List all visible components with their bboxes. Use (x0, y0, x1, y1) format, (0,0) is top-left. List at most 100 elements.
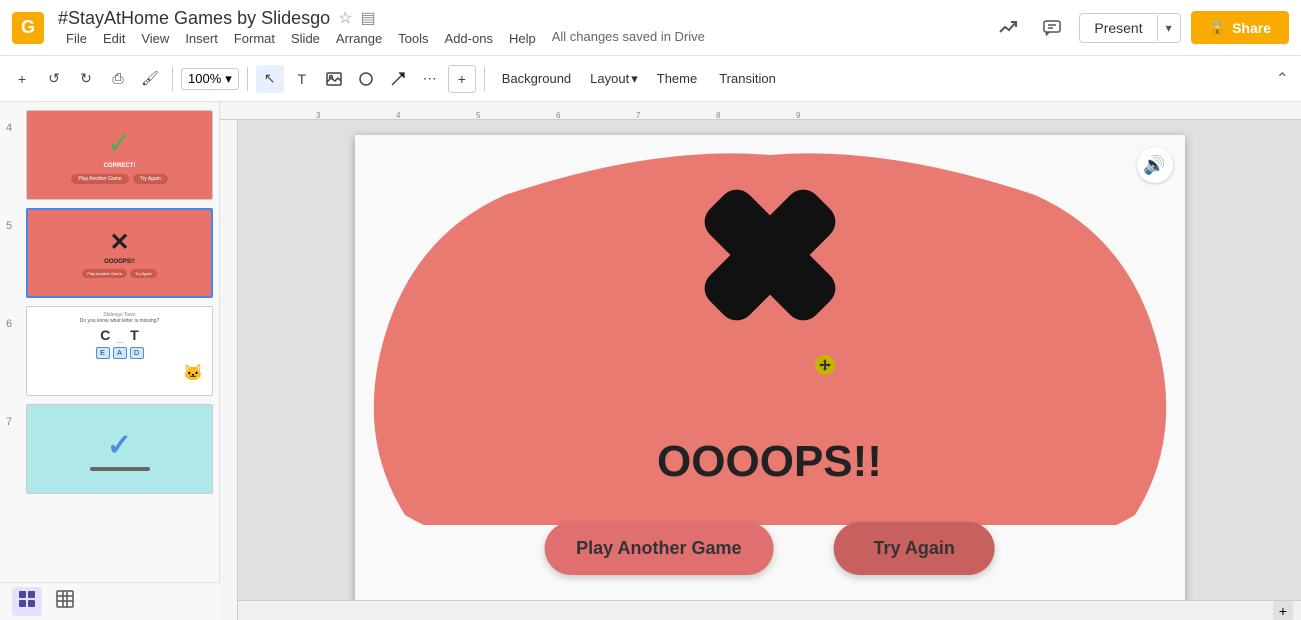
present-dropdown-button[interactable]: ▾ (1157, 15, 1180, 41)
top-bar: G #StayAtHome Games by Slidesgo ☆ ▤ File… (0, 0, 1301, 56)
image-insert-button[interactable] (320, 65, 348, 93)
transition-button[interactable]: Transition (710, 66, 785, 91)
more-tools-button[interactable]: ⋯ (416, 65, 444, 93)
s6-answer-boxes: E A D (32, 347, 207, 359)
present-button-group: Present ▾ (1079, 13, 1180, 43)
layout-button[interactable]: Layout ▾ (584, 67, 644, 91)
zoom-button[interactable]: + (1273, 601, 1293, 620)
ruler-left (220, 120, 238, 620)
slide-action-buttons: Play Another Game Try Again (544, 522, 995, 575)
slide-background: OOOOPS!! Play Another Game Try Again 🔊 (355, 135, 1185, 605)
comment-button[interactable] (1035, 11, 1069, 45)
play-btn-thumb: Play Another Game (82, 269, 127, 278)
star-icon[interactable]: ☆ (338, 8, 352, 28)
oops-text-container: OOOOPS!! (657, 437, 882, 487)
lock-icon: 🔒 (1209, 19, 1226, 36)
title-area: #StayAtHome Games by Slidesgo ☆ ▤ File E… (58, 8, 983, 48)
speaker-icon: 🔊 (1143, 155, 1165, 176)
move-cursor-indicator[interactable] (815, 355, 835, 375)
toolbar-divider-1 (172, 67, 173, 91)
menu-tools[interactable]: Tools (390, 29, 436, 48)
x-mark-thumb: ✕ (109, 228, 129, 257)
collapse-toolbar-button[interactable]: ⌃ (1272, 65, 1293, 93)
line-tool-button[interactable] (384, 65, 412, 93)
slides-panel: 4 ✓ CORRECT! Play Another Game Try Again… (0, 102, 220, 620)
filmstrip-view-button[interactable] (12, 587, 42, 616)
correct-label: CORRECT! (104, 163, 136, 169)
play-another-game-button[interactable]: Play Another Game (544, 522, 773, 575)
slide-thumb-6[interactable]: 6 Slidesgo Town Do you know what letter … (6, 306, 213, 396)
menu-bar: File Edit View Insert Format Slide Arran… (58, 29, 983, 48)
docs-icon[interactable]: ▤ (360, 8, 375, 28)
undo-button[interactable]: ↺ (40, 65, 68, 93)
s6-cat: 🐱 (32, 363, 207, 383)
slide-thumb-4[interactable]: 4 ✓ CORRECT! Play Another Game Try Again (6, 110, 213, 200)
grid-view-button[interactable] (50, 587, 80, 616)
slide-preview-6: Slidesgo Town Do you know what letter is… (26, 306, 213, 396)
slide-number-5: 5 (6, 208, 20, 232)
share-button[interactable]: 🔒 Share (1191, 11, 1289, 44)
main-area: 4 ✓ CORRECT! Play Another Game Try Again… (0, 102, 1301, 620)
slide-number-7: 7 (6, 404, 20, 428)
try-btn-thumb: Try Again (130, 269, 157, 278)
slide-canvas[interactable]: OOOOPS!! Play Another Game Try Again 🔊 (355, 135, 1185, 605)
theme-button[interactable]: Theme (648, 66, 706, 91)
slide-preview-5: ✕ OOOOPS!! Play Another Game Try Again (26, 208, 213, 298)
doc-title: #StayAtHome Games by Slidesgo (58, 8, 330, 29)
s7-bar (90, 467, 150, 471)
print-button[interactable]: ⎙ (104, 65, 132, 93)
play-another-thumb-btn: Play Another Game (71, 174, 128, 184)
status-bar: + (238, 600, 1301, 620)
try-again-thumb-btn: Try Again (133, 174, 168, 184)
slide-view-toggle (0, 582, 220, 620)
toolbar-divider-2 (247, 67, 248, 91)
menu-view[interactable]: View (133, 29, 177, 48)
select-tool-button[interactable]: ↖ (256, 65, 284, 93)
ruler-top: 3 4 5 6 7 8 9 (220, 102, 1301, 120)
shape-tool-button[interactable] (352, 65, 380, 93)
menu-addons[interactable]: Add-ons (437, 29, 501, 48)
oops-btn-row: Play Another Game Try Again (82, 269, 156, 278)
paint-format-button[interactable]: 🖌 (136, 65, 164, 93)
slide-number-6: 6 (6, 306, 20, 330)
sound-button[interactable]: 🔊 (1137, 147, 1173, 183)
toolbar-right: ⌃ (1272, 65, 1293, 93)
autosave-text: All changes saved in Drive (552, 29, 705, 48)
slide-preview-7: ✓ (26, 404, 213, 494)
slide-number-4: 4 (6, 110, 20, 134)
present-main-button[interactable]: Present (1080, 14, 1156, 42)
x-mark-svg (680, 155, 860, 355)
oops-text: OOOOPS!! (657, 437, 882, 486)
menu-insert[interactable]: Insert (177, 29, 226, 48)
correct-btn-row: Play Another Game Try Again (71, 174, 167, 184)
s6-letters: C _ T (32, 327, 207, 343)
menu-arrange[interactable]: Arrange (328, 29, 390, 48)
background-button[interactable]: Background (493, 66, 580, 91)
menu-slide[interactable]: Slide (283, 29, 328, 48)
textbox-tool-button[interactable]: T (288, 65, 316, 93)
try-again-button[interactable]: Try Again (834, 522, 995, 575)
doc-title-row: #StayAtHome Games by Slidesgo ☆ ▤ (58, 8, 983, 29)
menu-file[interactable]: File (58, 29, 95, 48)
trend-button[interactable] (991, 11, 1025, 45)
s7-check: ✓ (107, 428, 132, 463)
menu-help[interactable]: Help (501, 29, 544, 48)
correct-checkmark: ✓ (107, 126, 132, 161)
toolbar-divider-3 (484, 67, 485, 91)
s6-subtitle: Do you know what letter is missing? (32, 318, 207, 324)
slide-thumb-7[interactable]: 7 ✓ (6, 404, 213, 494)
add-slide-button[interactable]: + (8, 65, 36, 93)
oops-thumb: OOOOPS!! (104, 259, 135, 265)
menu-format[interactable]: Format (226, 29, 283, 48)
canvas-area: 3 4 5 6 7 8 9 (220, 102, 1301, 620)
toolbar: + ↺ ↻ ⎙ 🖌 100% ▾ ↖ T ⋯ + Background Layo… (0, 56, 1301, 102)
insert-special-button[interactable]: + (448, 65, 476, 93)
redo-button[interactable]: ↻ (72, 65, 100, 93)
top-right-actions: Present ▾ 🔒 Share (991, 11, 1289, 45)
slide-preview-4: ✓ CORRECT! Play Another Game Try Again (26, 110, 213, 200)
app-icon: G (12, 12, 44, 44)
x-mark-container (680, 155, 860, 360)
slide-thumb-5[interactable]: 5 ✕ OOOOPS!! Play Another Game Try Again (6, 208, 213, 298)
menu-edit[interactable]: Edit (95, 29, 133, 48)
zoom-selector[interactable]: 100% ▾ (181, 68, 239, 90)
